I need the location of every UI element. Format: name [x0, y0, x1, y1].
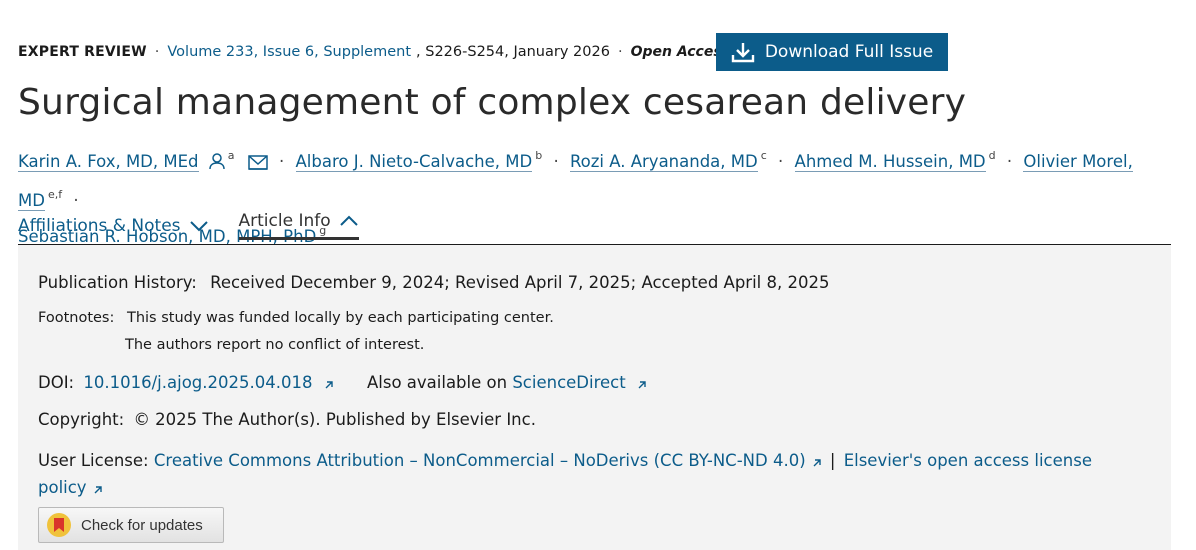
- publication-history: Publication History: Received December 9…: [38, 273, 830, 292]
- chevron-down-icon: [181, 220, 209, 232]
- tab-label: Article Info: [238, 211, 331, 231]
- article-tabs: Affiliations & Notes Article Info: [18, 211, 359, 240]
- pages-date: , S226-S254, January 2026: [416, 44, 610, 60]
- separator: ·: [73, 191, 79, 210]
- external-link-icon[interactable]: [812, 450, 822, 475]
- elsevier-license-link[interactable]: Elsevier's open access license: [844, 451, 1092, 470]
- issue-link[interactable]: Volume 233, Issue 6, Supplement: [167, 44, 411, 60]
- separator: ·: [1006, 152, 1013, 171]
- license-label: User License:: [38, 451, 149, 470]
- tab-label: Affiliations & Notes: [18, 215, 181, 236]
- affiliation-sup[interactable]: e,f: [48, 188, 62, 201]
- elsevier-license-link-cont[interactable]: policy: [38, 478, 87, 497]
- doi-label: DOI:: [38, 373, 75, 392]
- email-icon[interactable]: [248, 150, 268, 180]
- check-for-updates-button[interactable]: Check for updates: [38, 507, 224, 543]
- user-license-row: User License: Creative Commons Attributi…: [38, 448, 1118, 502]
- license-separator: |: [829, 451, 836, 470]
- doi-row: DOI: 10.1016/j.ajog.2025.04.018 Also ava…: [38, 373, 647, 394]
- history-label: Publication History:: [38, 273, 197, 292]
- affiliation-sup[interactable]: a: [228, 149, 235, 162]
- article-meta-row: EXPERT REVIEW · Volume 233, Issue 6, Sup…: [18, 44, 730, 60]
- download-label: Download Full Issue: [764, 42, 934, 62]
- footnotes: Footnotes: This study was funded locally…: [38, 310, 554, 326]
- article-info-panel: Publication History: Received December 9…: [18, 245, 1171, 550]
- separator: ·: [617, 44, 623, 60]
- external-link-icon[interactable]: [93, 477, 103, 502]
- copyright-label: Copyright:: [38, 410, 125, 429]
- footnote-text: This study was funded locally by each pa…: [126, 310, 554, 326]
- person-icon[interactable]: [209, 150, 225, 180]
- crossmark-icon: [47, 513, 71, 537]
- license-link[interactable]: Creative Commons Attribution – NonCommer…: [154, 451, 806, 470]
- separator: ·: [279, 152, 285, 171]
- author-link[interactable]: Albaro J. Nieto-Calvache, MD: [295, 152, 533, 172]
- separator: ·: [778, 152, 784, 171]
- footnotes-label: Footnotes:: [38, 310, 115, 326]
- history-value: Received December 9, 2024; Revised April…: [210, 273, 830, 292]
- chevron-up-icon: [331, 215, 359, 227]
- affiliation-sup[interactable]: d: [989, 149, 996, 162]
- sciencedirect-link[interactable]: ScienceDirect: [512, 373, 625, 392]
- doi-link[interactable]: 10.1016/j.ajog.2025.04.018: [83, 373, 312, 392]
- author-link[interactable]: Karin A. Fox, MD, MEd: [18, 152, 199, 172]
- external-link-icon[interactable]: [637, 375, 647, 394]
- download-full-issue-button[interactable]: Download Full Issue: [716, 33, 948, 71]
- copyright-value: © 2025 The Author(s). Published by Elsev…: [133, 410, 536, 429]
- also-available-label: Also available on: [366, 373, 508, 392]
- footnote-text-2: The authors report no conflict of intere…: [125, 337, 425, 353]
- download-icon: [731, 41, 765, 63]
- check-updates-label: Check for updates: [81, 516, 203, 534]
- tab-article-info[interactable]: Article Info: [238, 211, 359, 240]
- external-link-icon[interactable]: [324, 375, 334, 394]
- separator: ·: [553, 152, 559, 171]
- affiliation-sup[interactable]: b: [535, 149, 542, 162]
- author-link[interactable]: Rozi A. Aryananda, MD: [569, 152, 758, 172]
- tab-affiliations-notes[interactable]: Affiliations & Notes: [18, 211, 209, 240]
- affiliation-sup[interactable]: c: [761, 149, 767, 162]
- article-type: EXPERT REVIEW: [18, 44, 147, 60]
- separator: ·: [154, 44, 160, 60]
- author-link[interactable]: Ahmed M. Hussein, MD: [794, 152, 986, 172]
- article-title: Surgical management of complex cesarean …: [18, 82, 967, 123]
- copyright-row: Copyright: © 2025 The Author(s). Publish…: [38, 410, 536, 429]
